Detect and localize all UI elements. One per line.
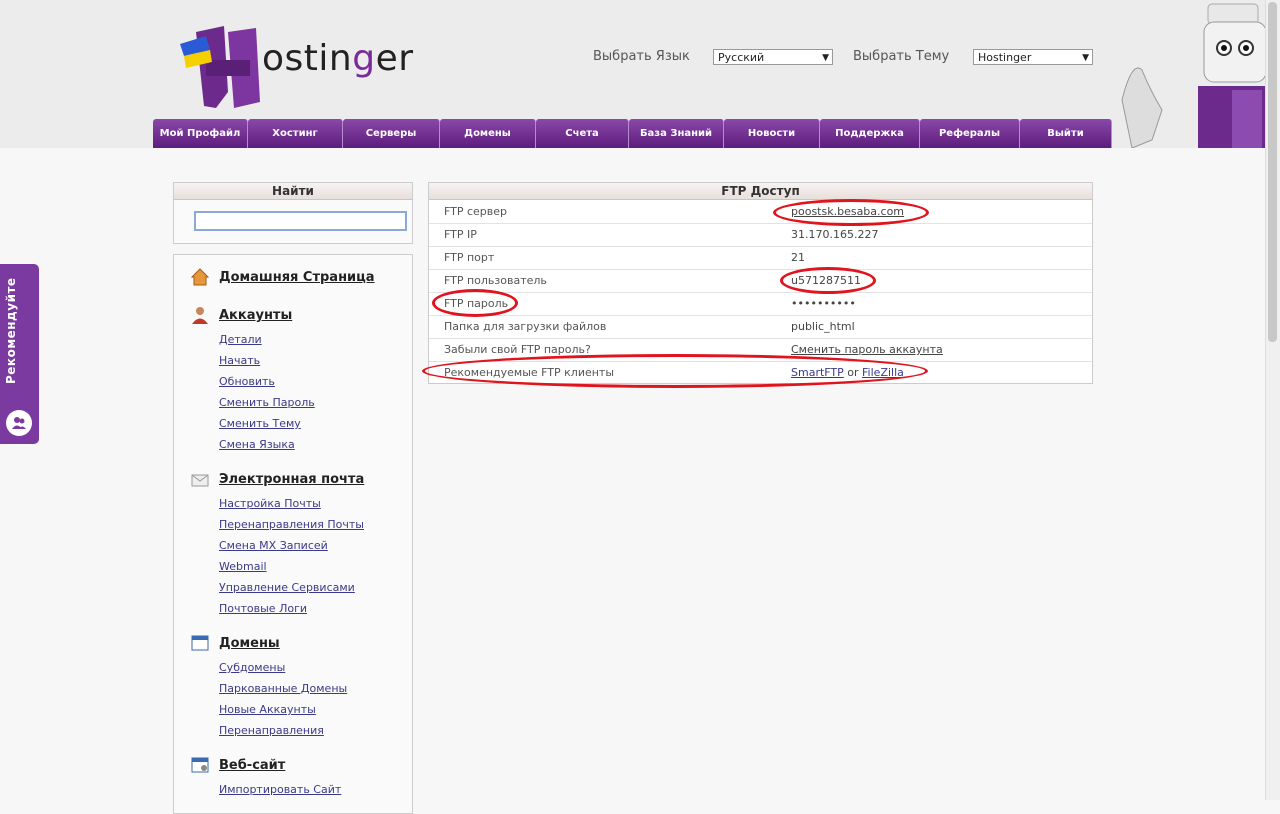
ftp-server-label: FTP сервер: [444, 205, 508, 218]
ftp-access-panel: FTP Доступ FTP сервер poostsk.besaba.com…: [428, 182, 1093, 384]
ftp-password-value: ••••••••••: [791, 297, 856, 310]
sidebar-domains-title[interactable]: Домены: [219, 636, 280, 651]
sidebar-link-mail-logs[interactable]: Почтовые Логи: [219, 602, 307, 615]
nav-support[interactable]: Поддержка: [820, 119, 920, 148]
sidebar-accounts-title[interactable]: Аккаунты: [219, 308, 292, 323]
sidebar: Домашняя Страница Аккаунты Детали Начать…: [173, 254, 413, 814]
theme-label: Выбрать Тему: [853, 49, 950, 64]
recommend-tab[interactable]: Рекомендуйте: [0, 264, 39, 444]
main-nav: Мой Профайл Хостинг Серверы Домены Счета…: [153, 119, 1112, 148]
ftp-forgot-password-label: Забыли свой FTP пароль?: [444, 343, 591, 356]
user-icon: [192, 307, 208, 324]
sidebar-link-change-theme[interactable]: Сменить Тему: [219, 417, 301, 430]
ftp-title: FTP Доступ: [429, 183, 1092, 200]
sidebar-email-title[interactable]: Электронная почта: [219, 472, 364, 487]
nav-my-profile[interactable]: Мой Профайл: [153, 119, 248, 148]
ftp-user-label: FTP пользователь: [444, 274, 547, 287]
sidebar-home-link[interactable]: Домашняя Страница: [219, 270, 375, 285]
nav-hosting[interactable]: Хостинг: [248, 119, 343, 148]
mascot-icon: [1121, 3, 1268, 148]
language-label: Выбрать Язык: [593, 49, 690, 64]
theme-select[interactable]: Hostinger ▼: [973, 49, 1093, 65]
website-icon: [191, 757, 209, 773]
sidebar-link-start[interactable]: Начать: [219, 354, 260, 367]
ftp-port-label: FTP порт: [444, 251, 495, 264]
ftp-port-value: 21: [791, 251, 805, 264]
ftp-upload-folder-value: public_html: [791, 320, 855, 333]
sidebar-link-manage-services[interactable]: Управление Сервисами: [219, 581, 355, 594]
ftp-ip-value: 31.170.165.227: [791, 228, 879, 241]
sidebar-link-upgrade[interactable]: Обновить: [219, 375, 275, 388]
sidebar-link-parked-domains[interactable]: Паркованные Домены: [219, 682, 347, 695]
domain-icon: [191, 635, 209, 651]
sidebar-link-mx-records[interactable]: Смена MX Записей: [219, 539, 328, 552]
table-row: FTP порт 21: [429, 246, 1092, 270]
nav-referrals[interactable]: Рефералы: [920, 119, 1020, 148]
sidebar-link-webmail[interactable]: Webmail: [219, 560, 267, 573]
logo-text: ostinger: [262, 38, 414, 79]
search-input[interactable]: [194, 211, 407, 231]
sidebar-link-mail-setup[interactable]: Настройка Почты: [219, 497, 321, 510]
table-row: FTP пользователь u571287511: [429, 269, 1092, 293]
scrollbar-thumb[interactable]: [1268, 2, 1277, 342]
language-select[interactable]: Русский ▼: [713, 49, 833, 65]
search-panel: Найти: [173, 182, 413, 244]
nav-billing[interactable]: Счета: [536, 119, 629, 148]
nav-knowledge-base[interactable]: База Знаний: [629, 119, 724, 148]
sidebar-link-redirects[interactable]: Перенаправления: [219, 724, 324, 737]
scrollbar[interactable]: [1265, 0, 1280, 800]
sidebar-link-import-site[interactable]: Импортировать Сайт: [219, 783, 341, 796]
chevron-down-icon: ▼: [1082, 53, 1089, 63]
table-row: FTP пароль ••••••••••: [429, 292, 1092, 316]
sidebar-website-title[interactable]: Веб-сайт: [219, 758, 285, 773]
sidebar-link-details[interactable]: Детали: [219, 333, 262, 346]
home-icon: [190, 268, 210, 286]
search-title: Найти: [174, 183, 412, 200]
highlight-ellipse: [773, 199, 929, 226]
nav-logout[interactable]: Выйти: [1020, 119, 1112, 148]
nav-servers[interactable]: Серверы: [343, 119, 440, 148]
ftp-ip-label: FTP IP: [444, 228, 477, 241]
sidebar-link-mail-forwarders[interactable]: Перенаправления Почты: [219, 518, 364, 531]
table-row: Папка для загрузки файлов public_html: [429, 315, 1092, 339]
highlight-ellipse: [432, 289, 518, 317]
sidebar-link-new-accounts[interactable]: Новые Аккаунты: [219, 703, 316, 716]
table-row: FTP IP 31.170.165.227: [429, 223, 1092, 247]
users-icon: [6, 410, 32, 436]
table-row: FTP сервер poostsk.besaba.com: [429, 200, 1092, 224]
highlight-ellipse: [780, 267, 876, 294]
nav-news[interactable]: Новости: [724, 119, 820, 148]
sidebar-link-change-language[interactable]: Смена Языка: [219, 438, 295, 451]
ftp-upload-folder-label: Папка для загрузки файлов: [444, 320, 607, 333]
change-account-password-link[interactable]: Сменить пароль аккаунта: [791, 343, 943, 356]
sidebar-link-subdomains[interactable]: Субдомены: [219, 661, 285, 674]
highlight-ellipse: [422, 354, 928, 388]
sidebar-link-change-password[interactable]: Сменить Пароль: [219, 396, 315, 409]
envelope-icon: [191, 474, 209, 487]
nav-domains[interactable]: Домены: [440, 119, 536, 148]
chevron-down-icon: ▼: [822, 53, 829, 63]
recommend-label: Рекомендуйте: [4, 277, 18, 384]
